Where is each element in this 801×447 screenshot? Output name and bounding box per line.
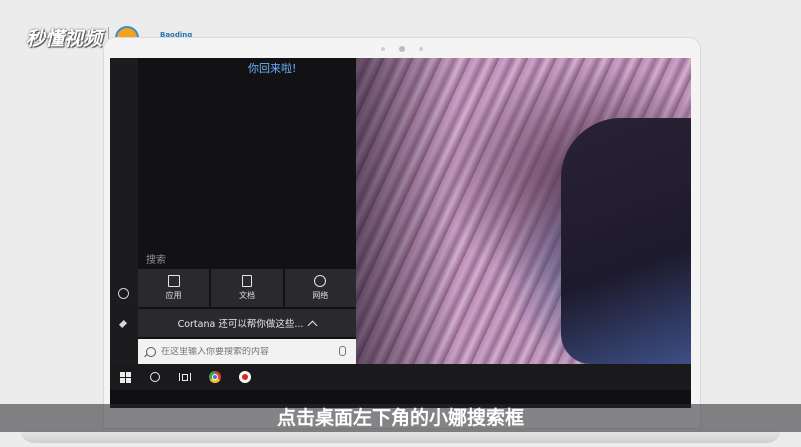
cortana-greeting: 你回来啦! (248, 62, 297, 75)
taskbar (110, 364, 691, 390)
tile-label: 网络 (312, 291, 329, 300)
start-side-rail (110, 58, 138, 364)
tile-apps[interactable]: 应用 (138, 269, 210, 307)
tile-documents[interactable]: 文档 (211, 269, 283, 307)
app-icon (167, 275, 180, 287)
search-input[interactable] (161, 346, 331, 357)
microphone-icon[interactable] (339, 346, 346, 356)
taskbar-search-box[interactable] (138, 339, 356, 364)
search-filter-tiles: 应用 文档 网络 (138, 269, 356, 307)
chrome-icon (209, 371, 221, 383)
video-subtitle: 点击桌面左下角的小娜搜索框 (276, 407, 524, 429)
recorder-taskbar-button[interactable] (230, 364, 260, 390)
document-icon (241, 275, 252, 287)
cortana-circle-icon (150, 372, 160, 382)
settings-gear-icon[interactable] (118, 288, 129, 299)
logo-text: 秒懂视频 (26, 28, 103, 50)
tile-web[interactable]: 网络 (284, 269, 356, 307)
task-view-button[interactable] (170, 364, 200, 390)
feedback-icon[interactable] (119, 320, 127, 328)
chevron-up-icon (307, 320, 318, 330)
sensor-dot (419, 47, 423, 51)
search-section-heading: 搜索 (146, 255, 166, 266)
start-button[interactable] (110, 364, 140, 390)
task-view-icon (179, 373, 191, 381)
laptop-screen: 你回来啦! 搜索 应用 文档 网络 Cortana 还可以帮你做这些... (110, 58, 691, 408)
chrome-taskbar-button[interactable] (200, 364, 230, 390)
sensor-dot (381, 47, 385, 51)
tile-label: 应用 (165, 291, 182, 300)
cortana-prompt-text: Cortana 还可以帮你做这些... (177, 319, 304, 330)
search-icon (146, 346, 156, 357)
webcam-icon (399, 46, 405, 52)
camera-row (103, 46, 701, 52)
cortana-button[interactable] (140, 364, 170, 390)
record-icon (239, 371, 251, 383)
wallpaper-shade (356, 58, 691, 364)
windows-start-icon (119, 371, 131, 383)
tile-label: 文档 (238, 291, 255, 300)
globe-icon (314, 275, 327, 287)
cortana-suggestions-button[interactable]: Cortana 还可以帮你做这些... (138, 309, 356, 337)
